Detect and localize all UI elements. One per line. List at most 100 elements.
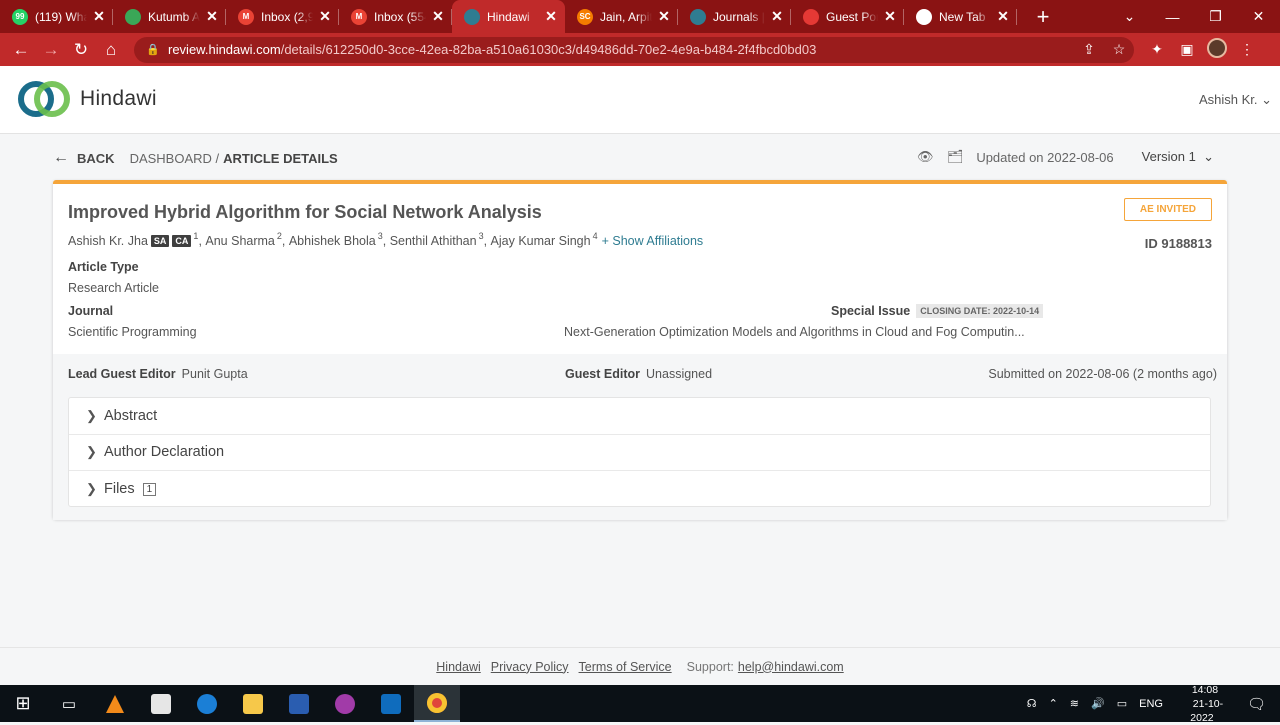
reload-icon[interactable]: ↻ — [66, 40, 96, 60]
special-issue-label: Special Issue — [831, 304, 911, 318]
windows-start-icon[interactable]: ⊞ — [0, 685, 46, 722]
footer-link[interactable]: Hindawi — [436, 660, 480, 674]
forward-arrow-icon[interactable]: → — [36, 40, 66, 60]
version-label: Version 1 — [1141, 149, 1196, 164]
author-name: Ajay Kumar Singh — [490, 234, 591, 248]
task-view-icon[interactable]: ▭ — [46, 685, 92, 722]
windows-taskbar: ⊞ ▭ ☊ ⌃ ≋ 🔊 ▭ ENG 14:08 21-10-2022 🗨 — [0, 683, 1280, 725]
gmail-icon: M — [351, 8, 367, 25]
back-arrow-icon: ← — [53, 149, 69, 166]
tab-search-icon[interactable]: ⌄ — [1108, 8, 1151, 25]
extensions-puzzle-icon[interactable]: ✦ — [1142, 41, 1172, 58]
url-text[interactable]: review.hindawi.com/details/612250d0-3cce… — [168, 42, 1074, 57]
close-tab-icon[interactable]: ✕ — [656, 8, 672, 25]
support-email-link[interactable]: help@hindawi.com — [738, 660, 844, 674]
chevron-right-icon: ❯ — [86, 444, 97, 460]
hindawi-logo-icon — [18, 79, 70, 119]
close-tab-icon[interactable]: ✕ — [769, 8, 785, 25]
version-select[interactable]: Version 1 ⌄ — [1142, 149, 1214, 165]
file-explorer-icon[interactable] — [230, 685, 276, 722]
tab-title: (119) WhatsApp — [35, 9, 87, 24]
browser-tab[interactable]: 99 (119) WhatsApp ✕ — [0, 0, 113, 33]
user-name: Ashish Kr. — [1198, 92, 1258, 107]
browser-toolbar: ← → ↻ ⌂ 🔒 review.hindawi.com/details/612… — [0, 33, 1280, 66]
close-tab-icon[interactable]: ✕ — [995, 8, 1011, 25]
affiliation-number: 2 — [276, 231, 282, 241]
page-footer: Hindawi Privacy Policy Terms of Service Su… — [0, 647, 1280, 685]
browser-tab[interactable]: New Tab ✕ — [904, 0, 1017, 33]
lead-guest-editor: Lead Guest Editor Punit Gupta — [68, 367, 248, 381]
show-affiliations-link[interactable]: + Show Affiliations — [602, 234, 704, 248]
journal-label: Journal — [68, 304, 114, 318]
back-button[interactable]: ← BACK — [53, 149, 115, 167]
footer-link[interactable]: Terms of Service — [579, 660, 672, 674]
tray-chevron-icon[interactable]: ⌃ — [1049, 697, 1058, 710]
clock[interactable]: 14:08 21-10-2022 — [1175, 683, 1235, 725]
browser-tab[interactable]: Guest Port ✕ — [791, 0, 904, 33]
tab-title: Kutumb Ap — [148, 9, 200, 24]
battery-icon[interactable]: ▭ — [1117, 697, 1127, 710]
volume-icon[interactable]: 🔊 — [1091, 697, 1105, 710]
language-indicator[interactable]: ENG — [1139, 698, 1163, 710]
home-icon[interactable]: ⌂ — [96, 40, 126, 60]
user-menu[interactable]: Ashish Kr. ⌄ — [1199, 92, 1272, 108]
clock-time: 14:08 — [1191, 683, 1219, 696]
status-badge: AE INVITED — [1123, 198, 1212, 221]
chrome-taskbar-icon[interactable] — [414, 685, 460, 722]
url-host: review.hindawi.com — [168, 42, 281, 57]
close-tab-icon[interactable]: ✕ — [204, 8, 220, 25]
chevron-down-icon: ⌄ — [1203, 149, 1214, 164]
submitted-date: Submitted on 2022-08-06 (2 months ago) — [988, 367, 1217, 381]
new-tab-button[interactable]: + — [1031, 4, 1055, 30]
eye-icon[interactable]: 👁 — [916, 149, 934, 165]
browser-tab-strip: 99(119) WhatsApp✕Kutumb Ap✕MInbox (2,9✕M… — [0, 0, 1280, 33]
tab-title: Guest Port — [826, 9, 878, 24]
wifi-icon[interactable]: ≋ — [1070, 697, 1079, 710]
close-tab-icon[interactable]: ✕ — [317, 8, 333, 25]
close-tab-icon[interactable]: ✕ — [91, 8, 107, 25]
close-tab-icon[interactable]: ✕ — [882, 8, 898, 25]
side-panel-icon[interactable]: ▣ — [1172, 41, 1202, 58]
app-header: Hindawi Ashish Kr. ⌄ — [0, 66, 1280, 134]
support-info: Support: help@hindawi.com — [687, 660, 849, 674]
outlook-icon[interactable] — [368, 685, 414, 722]
browser-tab[interactable]: Hindawi ✕ — [452, 0, 565, 33]
section-files[interactable]: ❯ Files 1 — [69, 471, 1210, 508]
close-tab-icon[interactable]: ✕ — [430, 8, 446, 25]
browser-tab[interactable]: Journals | I ✕ — [678, 0, 791, 33]
store-icon[interactable] — [138, 685, 184, 722]
browser-tab[interactable]: M Inbox (2,9 ✕ — [226, 0, 339, 33]
folder-icon[interactable]: 🗂 — [946, 149, 964, 165]
section-author-declaration[interactable]: ❯ Author Declaration — [69, 435, 1210, 472]
browser-menu-icon[interactable]: ⋮ — [1232, 41, 1262, 58]
window-controls: ⌄ — ❐ ✕ — [1108, 0, 1280, 33]
updated-date: Updated on 2022-08-06 — [976, 149, 1114, 165]
hindawi-logo[interactable]: Hindawi — [18, 79, 157, 119]
edge-icon[interactable] — [184, 685, 230, 722]
notification-icon[interactable]: 🗨 — [1247, 695, 1266, 713]
whatsapp-icon: 99 — [12, 8, 28, 25]
browser-tab[interactable]: SC Jain, Arpit ✕ — [565, 0, 678, 33]
minimize-button[interactable]: — — [1151, 9, 1194, 25]
special-issue-value: Next-Generation Optimization Models and … — [564, 325, 1025, 339]
close-window-button[interactable]: ✕ — [1237, 8, 1280, 25]
address-bar[interactable]: 🔒 review.hindawi.com/details/612250d0-3c… — [134, 36, 1134, 63]
lock-icon[interactable]: 🔒 — [146, 43, 160, 56]
back-arrow-icon[interactable]: ← — [6, 40, 36, 60]
section-abstract[interactable]: ❯ Abstract — [69, 398, 1210, 435]
restore-button[interactable]: ❐ — [1194, 8, 1237, 25]
bookmark-star-icon[interactable]: ☆ — [1104, 41, 1134, 58]
vlc-icon[interactable] — [92, 685, 138, 722]
portal-icon — [803, 8, 819, 25]
close-tab-icon[interactable]: ✕ — [543, 8, 559, 25]
footer-link[interactable]: Privacy Policy — [491, 660, 569, 674]
cluster-app-icon[interactable] — [322, 685, 368, 722]
share-icon[interactable]: ⇪ — [1074, 41, 1104, 58]
people-icon[interactable]: ☊ — [1027, 697, 1037, 710]
extensions-area: ✦ ▣ ⋮ — [1142, 38, 1262, 61]
browser-tab[interactable]: Kutumb Ap ✕ — [113, 0, 226, 33]
stock-app-icon[interactable] — [276, 685, 322, 722]
profile-avatar[interactable] — [1202, 38, 1232, 61]
dashboard-link[interactable]: DASHBOARD / — [130, 151, 220, 166]
browser-tab[interactable]: M Inbox (554 ✕ — [339, 0, 452, 33]
